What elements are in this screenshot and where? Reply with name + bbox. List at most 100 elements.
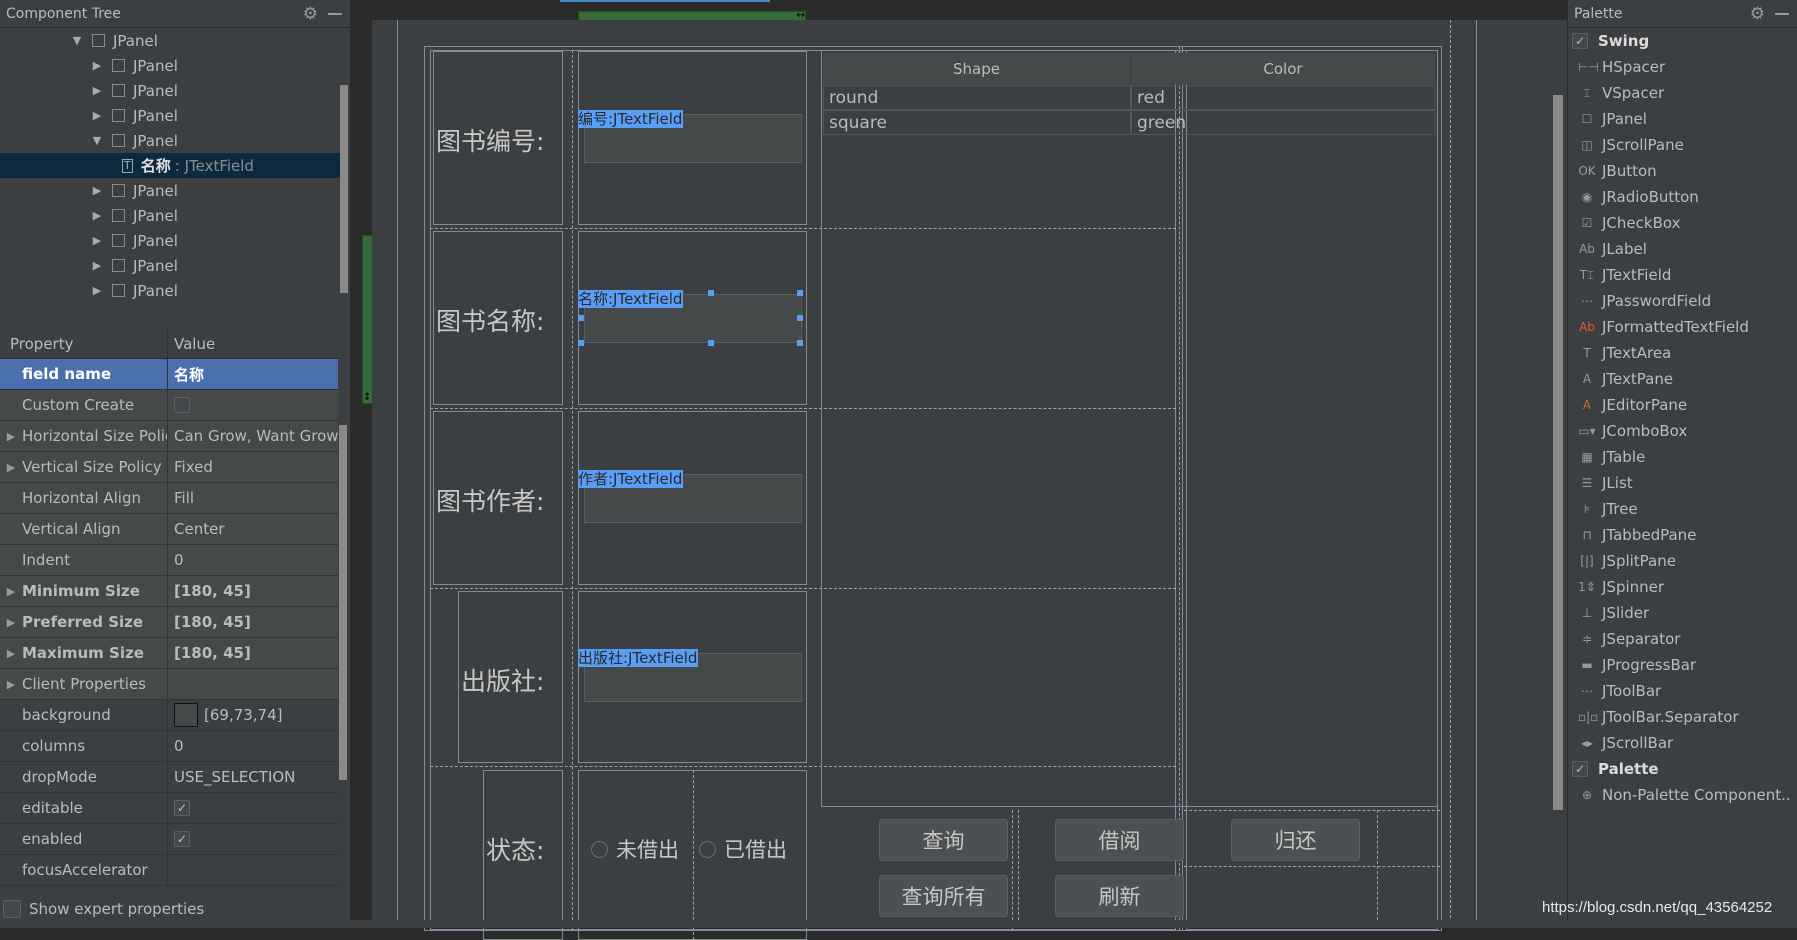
palette-item-jeditorpane[interactable]: A JEditorPane xyxy=(1568,392,1797,418)
property-row[interactable]: Horizontal Align Fill xyxy=(0,483,338,514)
checked-checkbox[interactable]: ✓ xyxy=(174,800,190,816)
gear-icon[interactable]: ⚙ xyxy=(1750,4,1765,24)
expand-arrow-icon[interactable]: ▶ xyxy=(0,678,22,691)
property-value-cell[interactable]: Fixed xyxy=(168,452,338,482)
show-expert-properties[interactable]: Show expert properties xyxy=(0,895,350,923)
return-button[interactable]: 归还 xyxy=(1231,819,1360,861)
property-row[interactable]: ▶ Minimum Size [180, 45] xyxy=(0,576,338,607)
palette-item-jlist[interactable]: ☰ JList xyxy=(1568,470,1797,496)
selection-handle[interactable] xyxy=(578,315,584,321)
palette-group-swing[interactable]: ✓ Swing xyxy=(1568,28,1797,54)
tree-node[interactable]: ▶ JPanel xyxy=(0,78,340,103)
property-value-cell[interactable]: ✓ xyxy=(168,793,338,823)
palette-item-jpanel[interactable]: ☐ JPanel xyxy=(1568,106,1797,132)
expand-arrow-icon[interactable]: ▶ xyxy=(90,59,104,72)
expand-arrow-icon[interactable]: ▶ xyxy=(0,647,22,660)
palette-item-jprogressbar[interactable]: ▬ JProgressBar xyxy=(1568,652,1797,678)
color-swatch[interactable] xyxy=(174,703,198,727)
checked-checkbox[interactable]: ✓ xyxy=(1572,33,1588,49)
property-row[interactable]: dropMode USE_SELECTION xyxy=(0,762,338,793)
property-row[interactable]: Vertical Align Center xyxy=(0,514,338,545)
query-all-button[interactable]: 查询所有 xyxy=(879,875,1008,917)
property-row[interactable]: ▶ Vertical Size Policy Fixed xyxy=(0,452,338,483)
palette-item-jtextfield[interactable]: T⌶ JTextField xyxy=(1568,262,1797,288)
expand-arrow-icon[interactable]: ▶ xyxy=(90,209,104,222)
canvas-scrollbar[interactable] xyxy=(1553,95,1563,810)
property-row[interactable]: columns 0 xyxy=(0,731,338,762)
tree-node[interactable]: ▶ JPanel xyxy=(0,278,340,303)
palette-item-jcombobox[interactable]: ▭▾ JComboBox xyxy=(1568,418,1797,444)
palette-item-jtable[interactable]: ▦ JTable xyxy=(1568,444,1797,470)
property-value-cell[interactable]: [180, 45] xyxy=(168,607,338,637)
expand-arrow-icon[interactable]: ▶ xyxy=(0,616,22,629)
table-header-color[interactable]: Color xyxy=(1131,53,1435,84)
radio-not-borrowed[interactable]: 未借出 xyxy=(591,834,679,864)
property-value-cell[interactable]: [69,73,74] xyxy=(168,700,338,730)
expand-arrow-icon[interactable]: ▶ xyxy=(90,84,104,97)
borrow-button[interactable]: 借阅 xyxy=(1055,819,1184,861)
property-row[interactable]: Indent 0 xyxy=(0,545,338,576)
collapse-arrow-icon[interactable]: ▼ xyxy=(90,134,104,147)
selection-handle[interactable] xyxy=(797,290,803,296)
gear-icon[interactable]: ⚙ xyxy=(303,4,318,24)
property-row[interactable]: Custom Create xyxy=(0,390,338,421)
expand-arrow-icon[interactable]: ▶ xyxy=(0,585,22,598)
property-value-cell[interactable]: 名称 xyxy=(168,359,338,389)
unchecked-checkbox[interactable] xyxy=(174,397,190,413)
palette-item-jpasswordfield[interactable]: ⋯ JPasswordField xyxy=(1568,288,1797,314)
expand-arrow-icon[interactable]: ▶ xyxy=(90,184,104,197)
expand-arrow-icon[interactable]: ▶ xyxy=(90,284,104,297)
selection-handle[interactable] xyxy=(578,340,584,346)
property-value-cell[interactable]: Can Grow, Want Grow xyxy=(168,421,338,451)
tree-node[interactable]: ▼ JPanel xyxy=(0,28,340,53)
palette-item-jlabel[interactable]: Ab JLabel xyxy=(1568,236,1797,262)
property-value-cell[interactable]: [180, 45] xyxy=(168,638,338,668)
collapse-arrow-icon[interactable]: ▼ xyxy=(70,34,84,47)
refresh-button[interactable]: 刷新 xyxy=(1055,875,1184,917)
table-header-shape[interactable]: Shape xyxy=(823,53,1131,84)
show-expert-checkbox[interactable] xyxy=(3,900,21,918)
palette-item-jformattedtextfield[interactable]: Ab JFormattedTextField xyxy=(1568,314,1797,340)
property-value-cell[interactable]: ✓ xyxy=(168,824,338,854)
table-cell[interactable]: round xyxy=(823,85,1131,110)
table-cell[interactable]: square xyxy=(823,110,1131,135)
tree-scrollbar[interactable] xyxy=(340,85,348,293)
palette-item-jtoolbar[interactable]: ⋯ JToolBar xyxy=(1568,678,1797,704)
tree-node[interactable]: ▶ JPanel xyxy=(0,253,340,278)
minimize-icon[interactable] xyxy=(328,12,342,15)
palette-item-vspacer[interactable]: ⌶ VSpacer xyxy=(1568,80,1797,106)
property-row[interactable]: ▶ Client Properties xyxy=(0,669,338,700)
expand-arrow-icon[interactable]: ▶ xyxy=(0,430,22,443)
expand-arrow-icon[interactable]: ▶ xyxy=(90,259,104,272)
palette-item-jbutton[interactable]: OK JButton xyxy=(1568,158,1797,184)
properties-scrollbar[interactable] xyxy=(339,425,347,780)
palette-item-hspacer[interactable]: ⊢⊣ HSpacer xyxy=(1568,54,1797,80)
palette-item-jtextarea[interactable]: T JTextArea xyxy=(1568,340,1797,366)
palette-item-jtextpane[interactable]: A JTextPane xyxy=(1568,366,1797,392)
property-value-cell[interactable]: USE_SELECTION xyxy=(168,762,338,792)
property-row[interactable]: enabled ✓ xyxy=(0,824,338,855)
selection-handle[interactable] xyxy=(708,340,714,346)
palette-item-jsplitpane[interactable]: [|] JSplitPane xyxy=(1568,548,1797,574)
property-value-cell[interactable] xyxy=(168,669,338,699)
tree-node[interactable]: ▶ JPanel xyxy=(0,178,340,203)
palette-item-jradiobutton[interactable]: ◉ JRadioButton xyxy=(1568,184,1797,210)
tree-node[interactable]: ▶ JPanel xyxy=(0,203,340,228)
tree-node[interactable]: ▶ JPanel xyxy=(0,228,340,253)
tree-node[interactable]: ▶ JPanel xyxy=(0,103,340,128)
selection-handle[interactable] xyxy=(797,315,803,321)
radio-borrowed[interactable]: 已借出 xyxy=(699,834,787,864)
property-row[interactable]: background [69,73,74] xyxy=(0,700,338,731)
property-value-cell[interactable]: 0 xyxy=(168,545,338,575)
property-row[interactable]: ▶ Preferred Size [180, 45] xyxy=(0,607,338,638)
palette-item-jscrollpane[interactable]: ◫ JScrollPane xyxy=(1568,132,1797,158)
checked-checkbox[interactable]: ✓ xyxy=(174,831,190,847)
palette-item-jseparator[interactable]: ≑ JSeparator xyxy=(1568,626,1797,652)
property-row[interactable]: focusAccelerator xyxy=(0,855,338,886)
property-value-cell[interactable]: Center xyxy=(168,514,338,544)
palette-item-jtabbedpane[interactable]: ⊓ JTabbedPane xyxy=(1568,522,1797,548)
selection-handle[interactable] xyxy=(797,340,803,346)
palette-item-jscrollbar[interactable]: ◂▸ JScrollBar xyxy=(1568,730,1797,756)
property-value-cell[interactable] xyxy=(168,855,338,885)
table-cell[interactable]: green xyxy=(1131,110,1435,135)
